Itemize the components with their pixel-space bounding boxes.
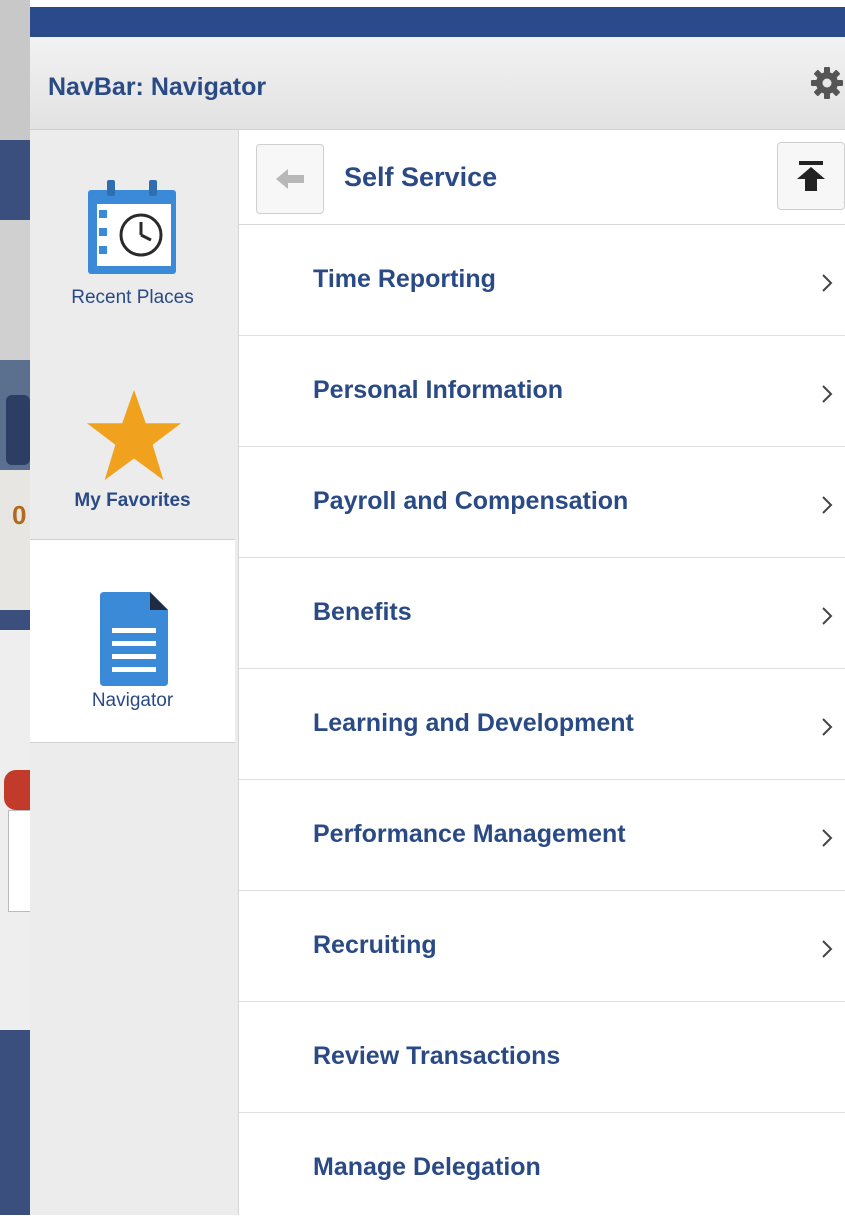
bg-block: [6, 395, 30, 465]
list-item[interactable]: Time Reporting: [239, 225, 845, 336]
bg-block: [0, 610, 30, 630]
chevron-right-icon: [822, 940, 833, 958]
list-item-label: Recruiting: [313, 931, 437, 959]
list-item[interactable]: Recruiting: [239, 891, 845, 1002]
navigator-panel: Self Service Time Reporting Personal Inf…: [239, 130, 845, 1215]
list-item[interactable]: Benefits: [239, 558, 845, 669]
navbar-tabs: Recent Places My Favorites Navigator: [30, 130, 239, 1215]
background-page: 0: [0, 0, 30, 1215]
tab-label: Recent Places: [71, 287, 194, 308]
panel-title: NavBar: Navigator: [48, 73, 267, 101]
calendar-clock-icon: [88, 180, 176, 274]
navbar-panel: NavBar: Navigator Recent Places My Favor…: [30, 0, 845, 1215]
list-item[interactable]: Payroll and Compensation: [239, 447, 845, 558]
navigator-title: Self Service: [344, 162, 498, 192]
list-item[interactable]: Manage Delegation: [239, 1113, 845, 1223]
gear-icon[interactable]: [809, 65, 845, 101]
scroll-top-icon: [797, 161, 825, 191]
navigator-header: Self Service: [239, 130, 845, 225]
chevron-right-icon: [822, 829, 833, 847]
top-strip: [30, 7, 845, 37]
list-item-label: Review Transactions: [313, 1042, 561, 1070]
document-icon: [100, 592, 168, 686]
list-item[interactable]: Review Transactions: [239, 1002, 845, 1113]
bg-block: [0, 0, 30, 140]
list-item[interactable]: Performance Management: [239, 780, 845, 891]
list-item[interactable]: Personal Information: [239, 336, 845, 447]
chevron-right-icon: [822, 385, 833, 403]
tab-recent-places[interactable]: Recent Places: [30, 130, 235, 332]
chevron-right-icon: [822, 718, 833, 736]
list-item-label: Benefits: [313, 598, 412, 626]
list-item-label: Payroll and Compensation: [313, 487, 629, 515]
list-item-label: Manage Delegation: [313, 1153, 541, 1181]
bg-block: [4, 770, 30, 810]
scroll-top-button[interactable]: [777, 142, 845, 210]
tab-navigator[interactable]: Navigator: [30, 539, 235, 743]
back-arrow-icon: [276, 169, 304, 189]
list-item-label: Time Reporting: [313, 265, 496, 293]
list-item-label: Performance Management: [313, 820, 626, 848]
chevron-right-icon: [822, 496, 833, 514]
tab-my-favorites[interactable]: My Favorites: [30, 335, 235, 537]
back-button[interactable]: [256, 144, 324, 214]
bg-block: [0, 140, 30, 220]
list-item[interactable]: Learning and Development: [239, 669, 845, 780]
bg-number: 0: [12, 500, 27, 530]
star-icon: [86, 389, 182, 481]
list-item-label: Personal Information: [313, 376, 564, 404]
bg-block: [8, 810, 30, 912]
tab-label: My Favorites: [74, 490, 191, 511]
navigator-list: Time Reporting Personal Information Payr…: [239, 225, 845, 1223]
bg-block: [0, 470, 30, 610]
bg-block: [0, 220, 30, 360]
chevron-right-icon: [822, 607, 833, 625]
chevron-right-icon: [822, 274, 833, 292]
panel-header: NavBar: Navigator: [30, 37, 845, 130]
bg-block: [0, 1030, 30, 1215]
tab-label: Navigator: [91, 690, 174, 711]
list-item-label: Learning and Development: [313, 709, 634, 737]
